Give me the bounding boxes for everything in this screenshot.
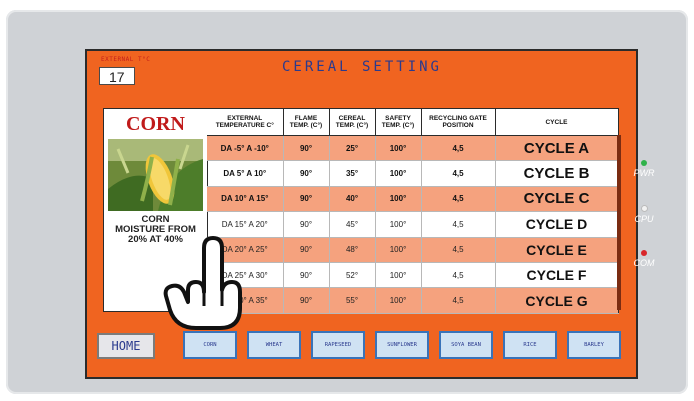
hmi-bezel: EXTERNAL T°C 17 CEREAL SETTING CORN CORN… <box>6 10 688 394</box>
cell-recycling-gate: 4,5 <box>421 237 496 263</box>
cycle-table: EXTERNAL TEMPERATURE C° FLAME TEMP. (C°)… <box>207 109 619 314</box>
table-row[interactable]: DA 30° A 35° 90° 55° 100° 4,5 CYCLE G <box>207 287 619 314</box>
cell-recycling-gate: 4,5 <box>421 262 496 289</box>
cpu-label: CPU <box>634 214 654 224</box>
crop-name: CORN <box>126 113 185 135</box>
tab-rice[interactable]: RICE <box>503 331 557 359</box>
cell-flame-temp: 90° <box>283 135 330 162</box>
tab-wheat[interactable]: WHEAT <box>247 331 301 359</box>
cell-safety-temp: 100° <box>375 262 422 289</box>
cell-cycle[interactable]: CYCLE C <box>495 186 619 213</box>
cell-cereal-temp: 25° <box>329 135 376 162</box>
cell-cereal-temp: 52° <box>329 262 376 289</box>
cell-recycling-gate: 4,5 <box>421 186 496 213</box>
cell-flame-temp: 90° <box>283 186 330 213</box>
cell-cycle[interactable]: CYCLE B <box>495 160 619 187</box>
cell-recycling-gate: 4,5 <box>421 135 496 162</box>
table-row[interactable]: DA 20° A 25° 90° 48° 100° 4,5 CYCLE E <box>207 237 619 263</box>
com-led-icon <box>641 250 647 256</box>
tab-sunflower[interactable]: SUNFLOWER <box>375 331 429 359</box>
cell-safety-temp: 100° <box>375 287 422 314</box>
col-header-external-temp: EXTERNAL TEMPERATURE C° <box>207 109 284 136</box>
pwr-label: PWR <box>633 168 655 178</box>
pwr-indicator: PWR <box>624 160 664 178</box>
cell-external-temp: DA -5° A -10° <box>207 135 284 162</box>
cell-cycle[interactable]: CYCLE G <box>495 287 619 314</box>
cell-recycling-gate: 4,5 <box>421 160 496 187</box>
corn-image <box>108 139 203 211</box>
col-header-cycle: CYCLE <box>495 109 619 136</box>
cell-cycle[interactable]: CYCLE F <box>495 262 619 289</box>
cell-recycling-gate: 4,5 <box>421 211 496 238</box>
table-row[interactable]: DA 25° A 30° 90° 52° 100° 4,5 CYCLE F <box>207 262 619 289</box>
tab-barley[interactable]: BARLEY <box>567 331 621 359</box>
pwr-led-icon <box>641 160 647 166</box>
crop-nav-bar: HOME CORN WHEAT RAPESEED SUNFLOWER SOYA BEAN… <box>97 328 627 362</box>
com-indicator: COM <box>624 250 664 268</box>
cell-recycling-gate: 4,5 <box>421 287 496 314</box>
tab-soya-bean[interactable]: SOYA BEAN <box>439 331 493 359</box>
external-temp-value: 17 <box>99 67 135 85</box>
cpu-led-icon <box>640 205 648 212</box>
cell-cycle[interactable]: CYCLE E <box>495 237 619 263</box>
table-row[interactable]: DA 15° A 20° 90° 45° 100° 4,5 CYCLE D <box>207 211 619 238</box>
table-edge-strip <box>617 135 621 310</box>
cpu-indicator: CPU <box>624 205 664 224</box>
col-header-cereal-temp: CEREAL TEMP. (C°) <box>329 109 376 136</box>
cell-flame-temp: 90° <box>283 237 330 263</box>
cell-safety-temp: 100° <box>375 160 422 187</box>
cell-external-temp: DA 5° A 10° <box>207 160 284 187</box>
cell-flame-temp: 90° <box>283 211 330 238</box>
table-header-row: EXTERNAL TEMPERATURE C° FLAME TEMP. (C°)… <box>207 109 619 136</box>
com-label: COM <box>633 258 655 268</box>
cell-safety-temp: 100° <box>375 237 422 263</box>
cell-safety-temp: 100° <box>375 211 422 238</box>
home-button[interactable]: HOME <box>97 333 155 359</box>
table-row[interactable]: DA 10° A 15° 90° 40° 100° 4,5 CYCLE C <box>207 186 619 213</box>
cell-flame-temp: 90° <box>283 287 330 314</box>
page-title: CEREAL SETTING <box>281 59 442 75</box>
cell-flame-temp: 90° <box>283 262 330 289</box>
tab-rapeseed[interactable]: RAPESEED <box>311 331 365 359</box>
table-row[interactable]: DA -5° A -10° 90° 25° 100° 4,5 CYCLE A <box>207 135 619 162</box>
col-header-recycling-gate: RECYCLING GATE POSITION <box>421 109 496 136</box>
cell-cycle[interactable]: CYCLE D <box>495 211 619 238</box>
pointing-hand-icon <box>163 236 242 330</box>
col-header-flame-temp: FLAME TEMP. (C°) <box>283 109 330 136</box>
cell-safety-temp: 100° <box>375 186 422 213</box>
table-row[interactable]: DA 5° A 10° 90° 35° 100° 4,5 CYCLE B <box>207 160 619 187</box>
external-temp-label: EXTERNAL T°C <box>101 56 151 63</box>
cell-cereal-temp: 45° <box>329 211 376 238</box>
col-header-safety-temp: SAFETY TEMP. (C°) <box>375 109 422 136</box>
cell-cereal-temp: 48° <box>329 237 376 263</box>
cell-flame-temp: 90° <box>283 160 330 187</box>
cell-cereal-temp: 40° <box>329 186 376 213</box>
cell-cereal-temp: 55° <box>329 287 376 314</box>
cell-safety-temp: 100° <box>375 135 422 162</box>
cell-cycle[interactable]: CYCLE A <box>495 135 619 162</box>
cell-external-temp: DA 10° A 15° <box>207 186 284 213</box>
cell-cereal-temp: 35° <box>329 160 376 187</box>
tab-corn[interactable]: CORN <box>183 331 237 359</box>
